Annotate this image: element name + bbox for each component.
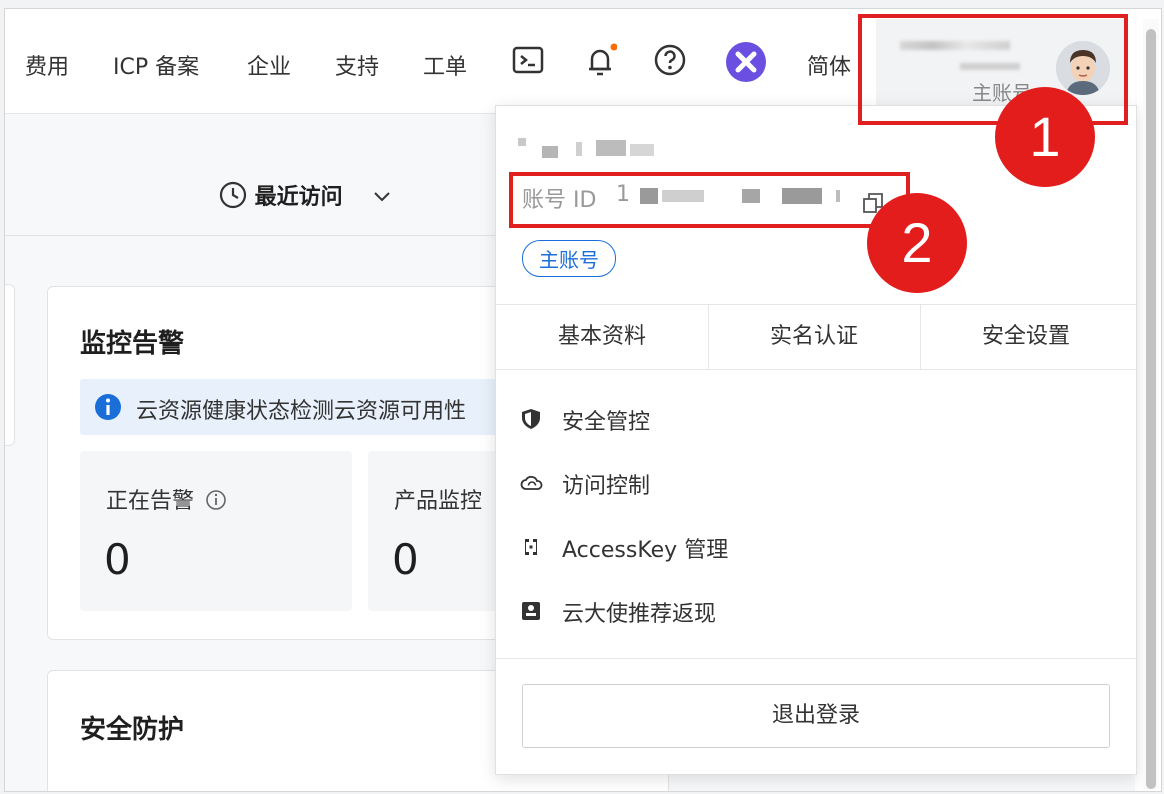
highlight-box-account [858,14,1128,125]
language-switch[interactable]: 简体 [807,49,851,81]
scrollbar[interactable] [1143,19,1159,789]
card-title-monitoring: 监控告警 [80,329,185,359]
menu-item-access-control[interactable]: 访问控制 [520,466,1110,506]
stat-value: 0 [392,535,419,584]
scrollbar-thumb[interactable] [1146,29,1156,789]
menu-item-label: 安全管控 [562,410,651,435]
logout-button[interactable]: 退出登录 [522,684,1110,748]
highlight-box-account-id [509,172,910,228]
stat-active-alerts[interactable]: 正在告警 0 [80,451,352,611]
shield-icon [520,408,542,430]
info-alert: 云资源健康状态检测云资源可用性 [80,379,560,435]
account-tabs: 基本资料 实名认证 安全设置 [496,304,1136,370]
menu-item-security-control[interactable]: 安全管控 [520,402,1110,442]
card-title-security: 安全防护 [80,715,185,745]
tab-basic-info[interactable]: 基本资料 [496,305,709,369]
nav-item-billing[interactable]: 费用 [25,49,69,81]
tab-security-settings[interactable]: 安全设置 [920,305,1132,369]
callout-badge-2: 2 [867,193,967,293]
nav-item-enterprise[interactable]: 企业 [247,49,291,81]
left-card-edge [5,284,15,446]
clock-icon [219,181,247,209]
reward-icon [520,600,542,622]
browser-frame: 费用 ICP 备案 企业 支持 工单 简体 主账号 最近访问 监控告警 云资源健… [4,8,1162,792]
info-alert-text: 云资源健康状态检测云资源可用性 [136,399,467,424]
help-icon[interactable] [653,43,687,81]
stat-label: 正在告警 [106,483,227,515]
stat-value: 0 [104,535,131,584]
menu-item-label: 访问控制 [562,474,651,499]
account-type-badge: 主账号 [522,240,616,277]
stat-label: 产品监控 [394,489,483,514]
terminal-icon[interactable] [511,43,545,81]
nav-item-icp[interactable]: ICP 备案 [113,49,199,81]
tab-real-name[interactable]: 实名认证 [708,305,921,369]
menu-item-accesskey[interactable]: AccessKey 管理 [520,530,1110,570]
account-name-blurred [518,138,654,158]
nav-item-tickets[interactable]: 工单 [423,49,467,81]
callout-badge-1: 1 [995,87,1095,187]
nav-item-support[interactable]: 支持 [335,49,379,81]
cloud-icon [520,472,543,494]
info-outline-icon [206,490,226,510]
menu-item-label: 云大使推荐返现 [562,602,717,627]
divider [496,658,1136,659]
menu-item-referral[interactable]: 云大使推荐返现 [520,594,1110,634]
key-icon [520,536,542,558]
chevron-down-icon [374,192,391,202]
bell-icon[interactable] [583,43,618,83]
recent-visits-dropdown[interactable]: 最近访问 [219,179,392,211]
menu-item-label: AccessKey 管理 [562,538,729,563]
recent-visits-label: 最近访问 [254,185,343,210]
info-icon [95,394,121,420]
app-logo-icon[interactable] [725,41,767,87]
